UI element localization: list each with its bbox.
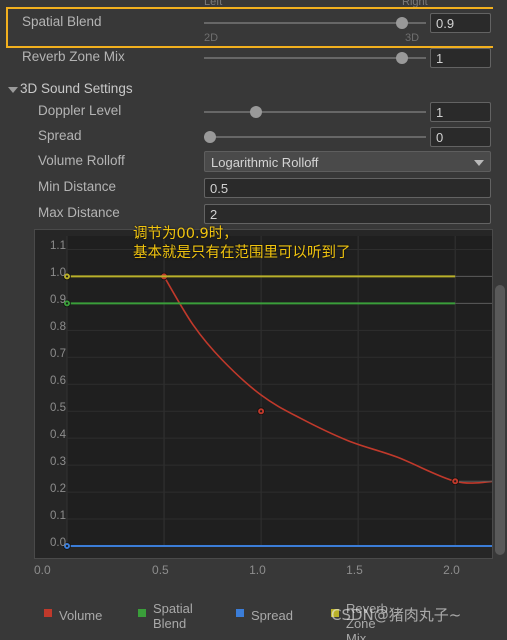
y-axis-tick: 0.4 bbox=[50, 429, 66, 442]
graph-y-axis-labels: 1.1 1.0 0.9 0.8 0.7 0.6 0.5 0.4 0.3 0.2 0.1 0.0 bbox=[34, 229, 66, 559]
x-axis-tick: 0.0 bbox=[34, 563, 51, 577]
reverb-zone-mix-value: 1 bbox=[436, 51, 444, 66]
pan-right-label: Right bbox=[402, 0, 428, 8]
x-axis-tick: 1.5 bbox=[346, 563, 363, 577]
y-axis-tick: 0.7 bbox=[50, 348, 66, 361]
vertical-scrollbar[interactable] bbox=[493, 0, 507, 640]
spatial-blend-value: 0.9 bbox=[436, 16, 455, 31]
vertical-scrollbar-thumb[interactable] bbox=[495, 285, 505, 555]
doppler-level-value: 1 bbox=[436, 105, 444, 120]
row-doppler-level[interactable]: Doppler Level 1 bbox=[0, 99, 507, 125]
spatial-blend-slider-thumb[interactable] bbox=[396, 17, 408, 29]
max-distance-label: Max Distance bbox=[38, 205, 120, 220]
row-max-distance[interactable]: Max Distance 2 bbox=[0, 201, 507, 227]
volume-rolloff-label: Volume Rolloff bbox=[38, 153, 125, 168]
legend-swatch-icon bbox=[138, 609, 146, 617]
row-volume-rolloff[interactable]: Volume Rolloff Logarithmic Rolloff bbox=[0, 149, 507, 175]
legend-swatch-icon bbox=[44, 609, 52, 617]
annotation-line-1: 调节为00.9时， bbox=[133, 226, 238, 242]
y-axis-tick: 0.2 bbox=[50, 483, 66, 496]
rolloff-curve-graph[interactable] bbox=[34, 229, 493, 559]
reverb-zone-mix-label: Reverb Zone Mix bbox=[22, 49, 125, 64]
doppler-level-slider-thumb[interactable] bbox=[250, 106, 262, 118]
spread-value-field[interactable]: 0 bbox=[430, 127, 491, 147]
annotation-line-2: 基本就是只有在范围里可以听到了 bbox=[133, 245, 351, 261]
pan-left-label: Left bbox=[204, 0, 223, 8]
chevron-down-icon[interactable] bbox=[474, 160, 484, 166]
spatial-blend-max-label: 3D bbox=[405, 32, 420, 44]
rolloff-curve-svg bbox=[63, 236, 492, 550]
annotation-overlay: 调节为00.9时， 基本就是只有在范围里可以听到了 bbox=[133, 225, 351, 263]
spatial-blend-label: Spatial Blend bbox=[22, 14, 102, 29]
row-spatial-blend[interactable]: Spatial Blend 2D 3D 0.9 bbox=[0, 10, 507, 44]
x-axis-tick: 2.0 bbox=[443, 563, 460, 577]
row-spread[interactable]: Spread 0 bbox=[0, 124, 507, 150]
reverb-zone-mix-slider[interactable] bbox=[204, 52, 426, 64]
doppler-level-slider[interactable] bbox=[204, 106, 426, 118]
spread-label: Spread bbox=[38, 128, 82, 143]
reverb-zone-mix-value-field[interactable]: 1 bbox=[430, 48, 491, 68]
x-axis-tick: 1.0 bbox=[249, 563, 266, 577]
chevron-down-icon[interactable] bbox=[8, 87, 18, 93]
y-axis-tick: 0.9 bbox=[50, 294, 66, 307]
audio-source-3d-settings-panel: Left Right Spatial Blend 2D 3D 0.9 Rever… bbox=[0, 0, 507, 640]
y-axis-tick: 0.8 bbox=[50, 321, 66, 334]
pan-stereo-sublabels: Left Right bbox=[0, 0, 507, 10]
legend-label: Volume bbox=[59, 608, 103, 623]
max-distance-value: 2 bbox=[210, 207, 218, 222]
spread-slider[interactable] bbox=[204, 131, 426, 143]
y-axis-tick: 1.1 bbox=[50, 240, 66, 253]
volume-rolloff-dropdown[interactable]: Logarithmic Rolloff bbox=[204, 151, 491, 172]
min-distance-input[interactable]: 0.5 bbox=[204, 178, 491, 198]
legend-label: Spatial Blend bbox=[153, 601, 193, 631]
volume-rolloff-value: Logarithmic Rolloff bbox=[211, 155, 319, 170]
foldout-3d-sound-settings-label: 3D Sound Settings bbox=[20, 81, 133, 96]
spread-value: 0 bbox=[436, 130, 444, 145]
graph-x-axis-labels: 0.0 0.5 1.0 1.5 2.0 bbox=[0, 563, 507, 581]
y-axis-tick: 0.5 bbox=[50, 402, 66, 415]
doppler-level-value-field[interactable]: 1 bbox=[430, 102, 491, 122]
min-distance-label: Min Distance bbox=[38, 179, 117, 194]
csdn-watermark: CSDN@猪肉丸子~ bbox=[331, 606, 462, 624]
spread-slider-thumb[interactable] bbox=[204, 131, 216, 143]
legend-swatch-icon bbox=[236, 609, 244, 617]
spatial-blend-value-field[interactable]: 0.9 bbox=[430, 13, 491, 33]
y-axis-tick: 0.0 bbox=[50, 537, 66, 549]
y-axis-tick: 0.1 bbox=[50, 510, 66, 523]
y-axis-tick: 0.6 bbox=[50, 375, 66, 388]
spatial-blend-slider[interactable] bbox=[204, 17, 426, 29]
doppler-level-label: Doppler Level bbox=[38, 103, 122, 118]
spatial-blend-min-label: 2D bbox=[204, 32, 219, 44]
max-distance-input[interactable]: 2 bbox=[204, 204, 491, 224]
row-min-distance[interactable]: Min Distance 0.5 bbox=[0, 175, 507, 201]
x-axis-tick: 0.5 bbox=[152, 563, 169, 577]
legend-label: Spread bbox=[251, 608, 293, 623]
reverb-zone-mix-slider-thumb[interactable] bbox=[396, 52, 408, 64]
min-distance-value: 0.5 bbox=[210, 181, 229, 196]
y-axis-tick: 0.3 bbox=[50, 456, 66, 469]
y-axis-tick: 1.0 bbox=[50, 267, 66, 280]
row-reverb-zone-mix[interactable]: Reverb Zone Mix 1 bbox=[0, 45, 507, 71]
